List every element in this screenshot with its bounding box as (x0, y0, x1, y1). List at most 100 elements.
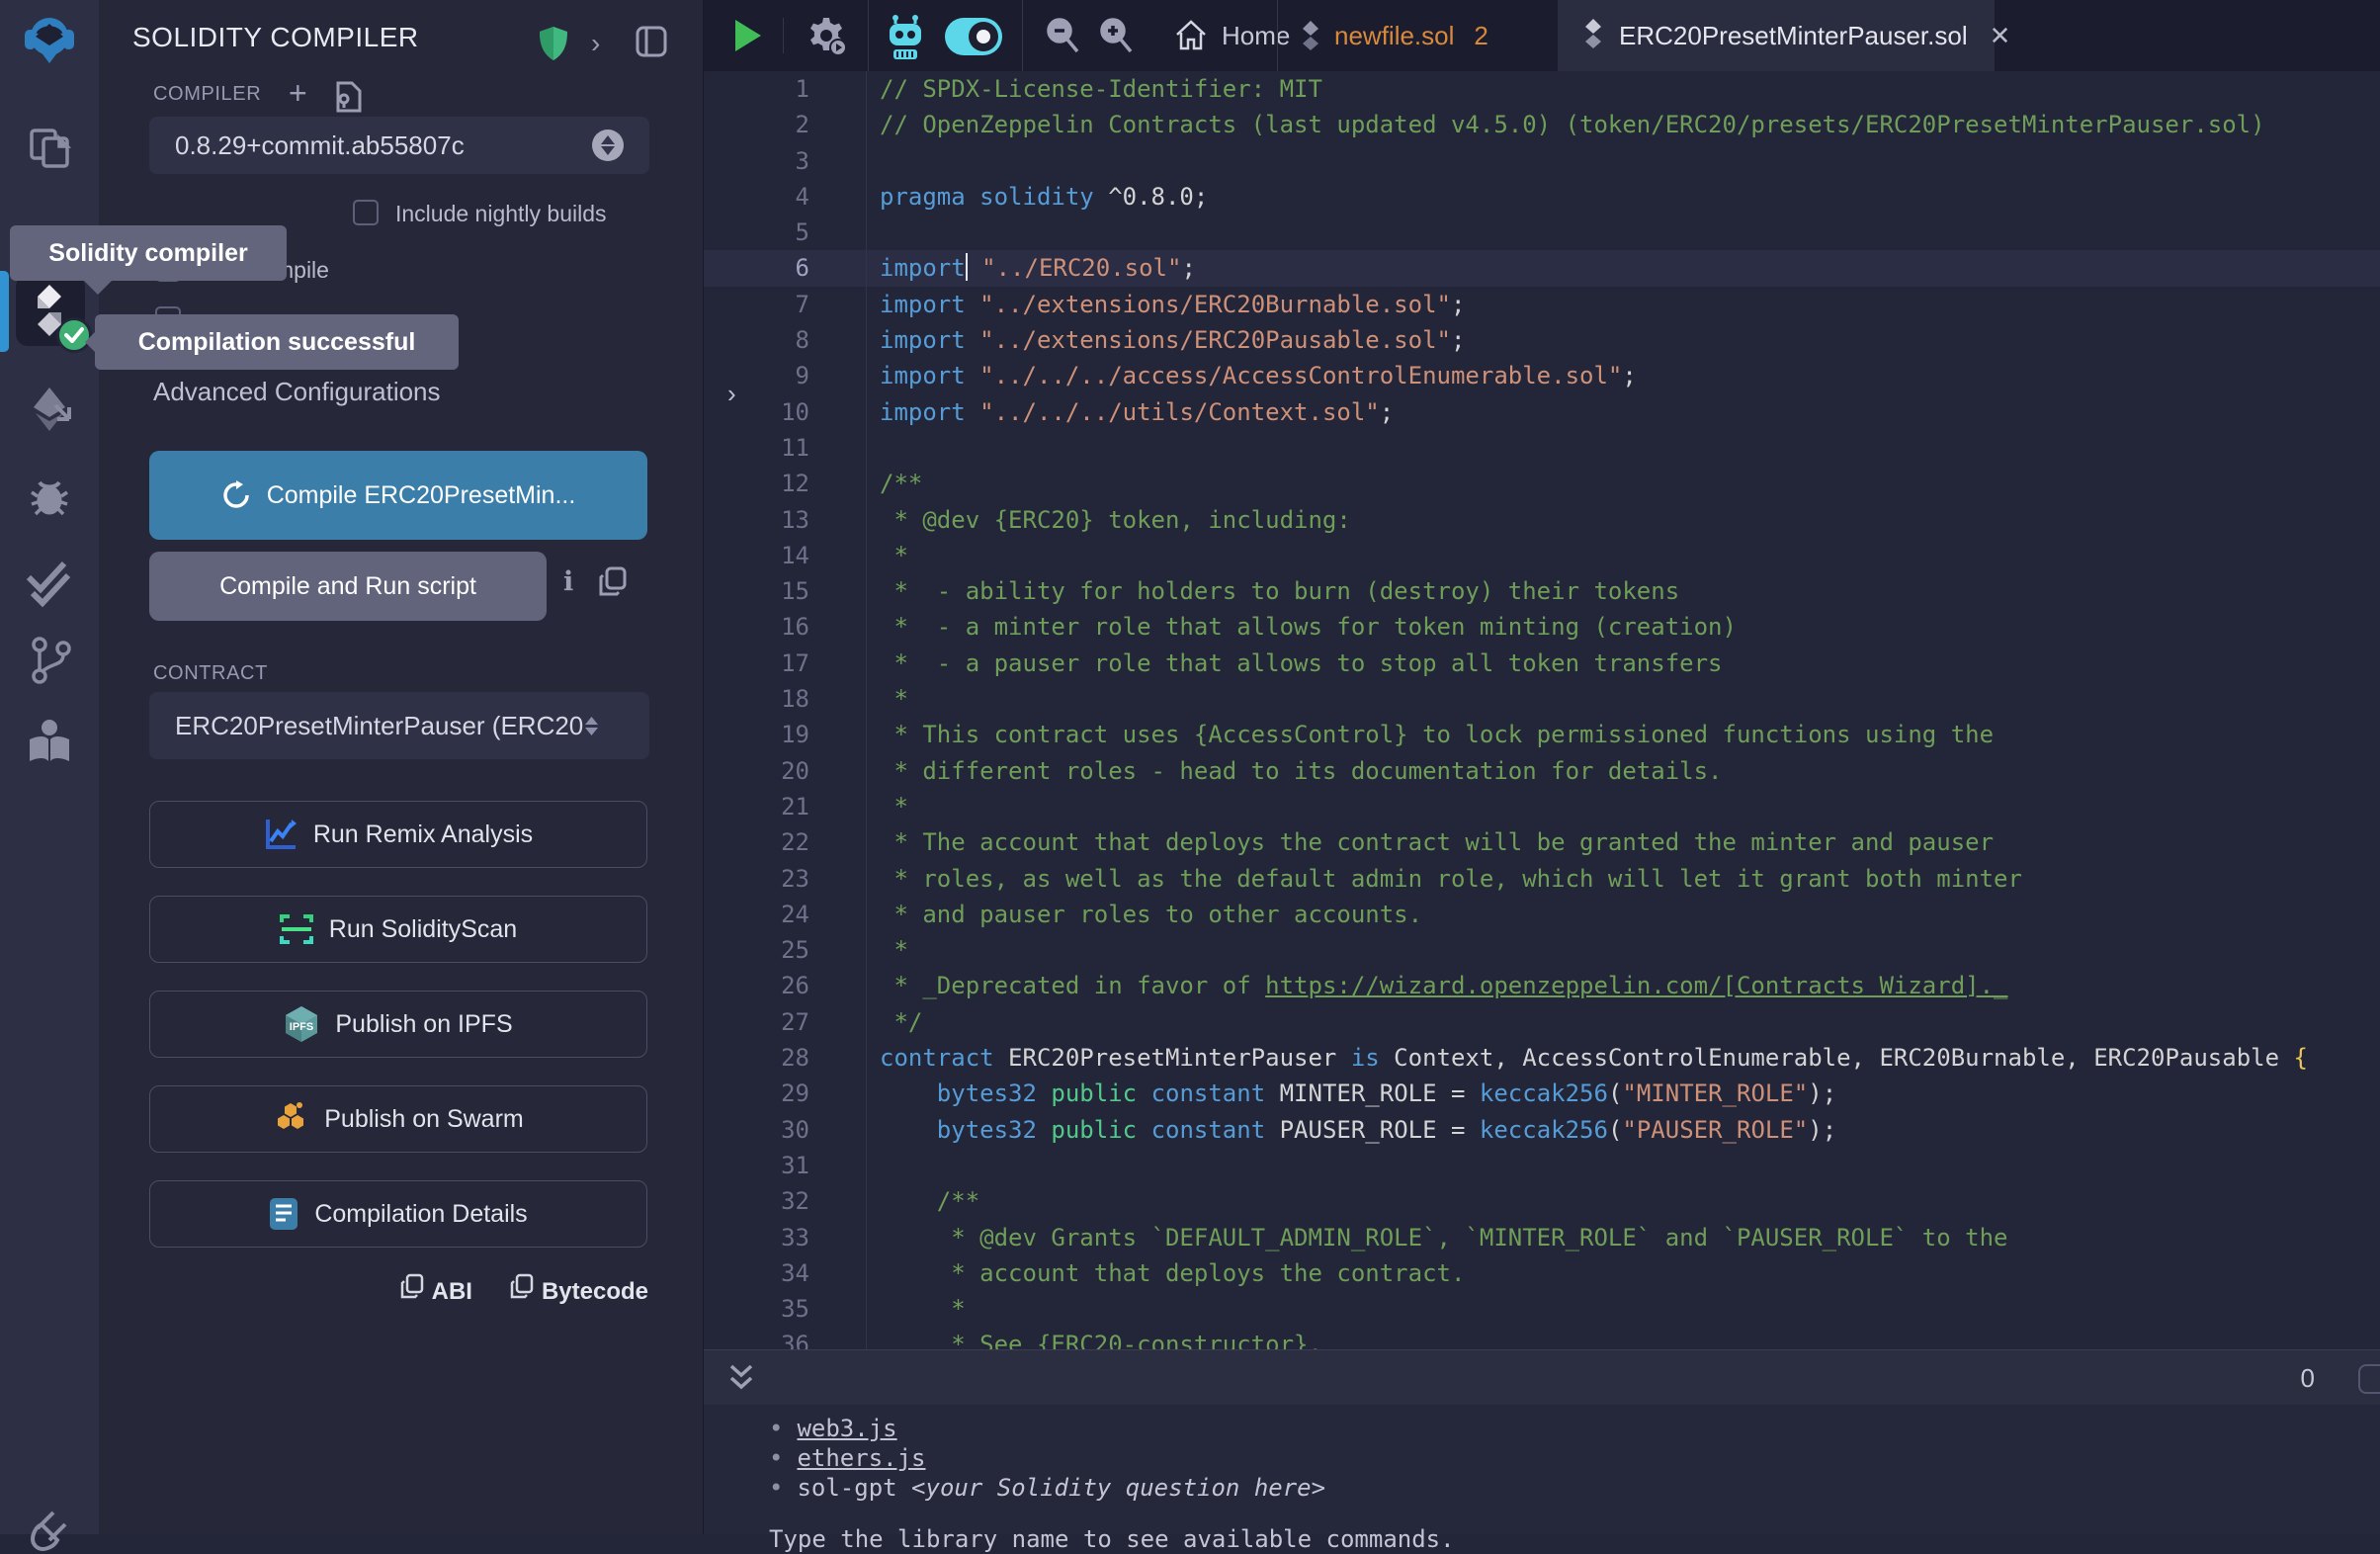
info-icon[interactable]: i (563, 566, 573, 597)
line-number: 24 (704, 897, 867, 932)
solidity-file-icon (1583, 19, 1603, 53)
compilation-details-button[interactable]: Compilation Details (149, 1180, 647, 1248)
zoom-out-icon[interactable] (1044, 16, 1083, 60)
tab-bar: Home newfile.sol 2 ERC20PresetMinterPaus… (704, 0, 2380, 71)
code-line: 2// OpenZeppelin Contracts (last updated… (704, 107, 2380, 142)
expand-terminal-icon[interactable] (727, 1362, 755, 1399)
line-number: 30 (704, 1112, 867, 1148)
run-remix-analysis-button[interactable]: Run Remix Analysis (149, 801, 647, 868)
ai-assistant-robot-icon[interactable] (884, 14, 927, 64)
copy-icon (400, 1273, 424, 1306)
line-number: 3 (704, 143, 867, 179)
terminal-solgpt-hint: <your Solidity question here> (911, 1474, 1325, 1502)
code-line: 36 * See {ERC20-constructor}. (704, 1327, 2380, 1349)
plugin-manager-icon[interactable] (0, 1511, 99, 1554)
shield-icon[interactable] (538, 26, 569, 66)
code-line: 11 (704, 430, 2380, 466)
compile-button[interactable]: Compile ERC20PresetMin... (149, 451, 647, 540)
close-tab-icon[interactable]: ✕ (1990, 21, 2011, 51)
terminal-pill-partial[interactable] (2358, 1364, 2380, 1394)
learneth-icon[interactable] (0, 718, 99, 769)
code-line: 10import "../../../utils/Context.sol"; (704, 394, 2380, 430)
swarm-hexagons-icon (273, 1101, 308, 1137)
copy-script-icon[interactable] (599, 566, 627, 601)
code-line: 15 * - ability for holders to burn (dest… (704, 573, 2380, 609)
newfile-tab-label: newfile.sol (1334, 21, 1454, 51)
add-compiler-icon[interactable]: + (289, 75, 307, 112)
code-line: 30 bytes32 public constant PAUSER_ROLE =… (704, 1112, 2380, 1148)
line-number: 15 (704, 573, 867, 609)
code-area[interactable]: 1// SPDX-License-Identifier: MIT2// Open… (704, 71, 2380, 1349)
code-line: 8import "../extensions/ERC20Pausable.sol… (704, 322, 2380, 358)
panel-layout-icon[interactable] (636, 26, 667, 62)
action-label: Run Remix Analysis (313, 820, 533, 849)
line-number: 12 (704, 466, 867, 501)
ai-toggle-on[interactable] (945, 18, 1002, 55)
compile-button-label: Compile ERC20PresetMin... (267, 481, 576, 510)
compile-and-run-button[interactable]: Compile and Run script (149, 552, 547, 621)
deploy-run-icon[interactable] (0, 386, 99, 433)
include-nightly-checkbox[interactable] (353, 200, 379, 225)
line-number: 17 (704, 646, 867, 681)
line-number: 34 (704, 1255, 867, 1291)
line-number: 28 (704, 1040, 867, 1076)
compiler-section-label: COMPILER (153, 83, 261, 106)
action-label: Run SolidityScan (329, 915, 517, 944)
line-number: 33 (704, 1220, 867, 1255)
line-number: 29 (704, 1076, 867, 1111)
run-script-play-icon[interactable] (733, 18, 763, 58)
code-line: 24 * and pauser roles to other accounts. (704, 897, 2380, 932)
git-icon[interactable] (0, 635, 99, 686)
terminal: 0 •web3.js •ethers.js •sol-gpt <your Sol… (704, 1349, 2380, 1534)
action-label: Publish on Swarm (324, 1105, 523, 1134)
contract-select[interactable]: ERC20PresetMinterPauser (ERC20 (149, 692, 649, 759)
terminal-link-web3[interactable]: web3.js (797, 1415, 896, 1442)
unit-testing-icon[interactable] (0, 560, 99, 607)
line-number: 27 (704, 1004, 867, 1040)
debugger-icon[interactable] (0, 473, 99, 520)
action-label: Compilation Details (314, 1200, 527, 1229)
script-config-gear-icon[interactable] (807, 16, 846, 60)
code-line: 25 * (704, 932, 2380, 968)
version-spinner-icon[interactable] (592, 130, 624, 161)
terminal-output[interactable]: •web3.js •ethers.js •sol-gpt <your Solid… (704, 1405, 2380, 1534)
zoom-in-icon[interactable] (1097, 16, 1137, 60)
copy-bytecode-button[interactable]: Bytecode (510, 1273, 648, 1306)
active-tab-label: ERC20PresetMinterPauser.sol (1619, 21, 1968, 51)
code-line: 13 * @dev {ERC20} token, including: (704, 502, 2380, 538)
code-line: 29 bytes32 public constant MINTER_ROLE =… (704, 1076, 2380, 1111)
advanced-chevron-icon[interactable]: › (727, 379, 736, 409)
line-number: 32 (704, 1183, 867, 1219)
copy-abi-button[interactable]: ABI (400, 1273, 472, 1306)
tab-active-erc20[interactable]: ERC20PresetMinterPauser.sol ✕ (1558, 0, 1995, 71)
remix-logo[interactable] (0, 12, 99, 67)
scan-frame-icon (280, 912, 313, 946)
publish-swarm-button[interactable]: Publish on Swarm (149, 1085, 647, 1153)
line-number: 4 (704, 179, 867, 215)
line-number: 36 (704, 1327, 867, 1349)
contract-select-value: ERC20PresetMinterPauser (ERC20 (175, 711, 583, 741)
file-explorer-icon[interactable] (0, 125, 99, 172)
contract-section-label: CONTRACT (153, 662, 268, 685)
compiler-version-select[interactable]: 0.8.29+commit.ab55807c (149, 117, 649, 174)
run-solidityscan-button[interactable]: Run SolidityScan (149, 896, 647, 963)
home-icon (1174, 19, 1208, 52)
code-line: 34 * account that deploys the contract. (704, 1255, 2380, 1291)
terminal-link-ethers[interactable]: ethers.js (797, 1444, 925, 1472)
advanced-configurations[interactable]: Advanced Configurations (153, 377, 441, 407)
code-line: 6import "../ERC20.sol"; (704, 250, 2380, 286)
line-number: 35 (704, 1291, 867, 1327)
include-nightly-label: Include nightly builds (395, 201, 607, 227)
code-line: 23 * roles, as well as the default admin… (704, 861, 2380, 897)
terminal-bar[interactable]: 0 (704, 1349, 2380, 1405)
line-number: 25 (704, 932, 867, 968)
line-number: 1 (704, 71, 867, 107)
editor-region: Home newfile.sol 2 ERC20PresetMinterPaus… (704, 0, 2380, 1534)
publish-ipfs-button[interactable]: IPFS Publish on IPFS (149, 991, 647, 1058)
terminal-entry: •ethers.js (769, 1444, 926, 1472)
chevron-right-icon[interactable]: › (591, 28, 600, 59)
compiler-version-value: 0.8.29+commit.ab55807c (175, 130, 465, 161)
line-number: 8 (704, 322, 867, 358)
compiler-config-icon[interactable] (332, 81, 362, 118)
tab-newfile[interactable]: newfile.sol 2 (1277, 0, 1558, 71)
